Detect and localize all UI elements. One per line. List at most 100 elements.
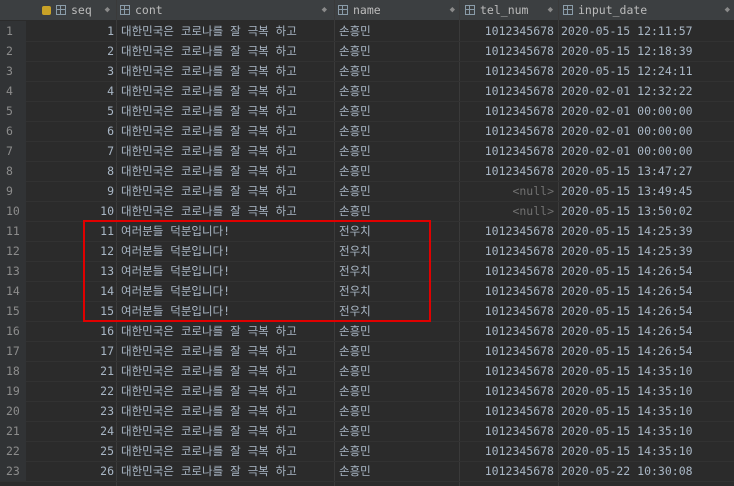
cell-seq[interactable]: 14: [26, 281, 114, 301]
cell-input-date[interactable]: 2020-05-15 14:35:10: [561, 441, 731, 461]
cell-tel-num[interactable]: 1012345678: [460, 141, 554, 161]
cell-seq[interactable]: 23: [26, 401, 114, 421]
cell-seq[interactable]: 24: [26, 421, 114, 441]
cell-name[interactable]: 손흥민: [339, 321, 459, 341]
cell-input-date[interactable]: 2020-05-15 14:26:54: [561, 321, 731, 341]
sort-icon[interactable]: ◆: [725, 0, 730, 20]
cell-cont[interactable]: 대한민국은 코로나를 잘 극복 하고: [121, 21, 331, 41]
cell-input-date[interactable]: 2020-02-01 00:00:00: [561, 141, 731, 161]
cell-tel-num[interactable]: 1012345678: [460, 241, 554, 261]
cell-input-date[interactable]: 2020-05-15 13:47:27: [561, 161, 731, 181]
cell-cont[interactable]: 여러분들 덕분입니다!: [121, 241, 331, 261]
cell-tel-num[interactable]: 1012345678: [460, 261, 554, 281]
cell-tel-num[interactable]: 1012345678: [460, 281, 554, 301]
cell-cont[interactable]: 여러분들 덕분입니다!: [121, 261, 331, 281]
column-header-input-date[interactable]: input_date ◆: [560, 0, 734, 20]
table-row[interactable]: 11 11 여러분들 덕분입니다! 전우치 1012345678 2020-05-15 1…: [0, 221, 734, 242]
cell-name[interactable]: 손흥민: [339, 181, 459, 201]
row-number[interactable]: 15: [0, 301, 26, 321]
row-number[interactable]: 7: [0, 141, 26, 161]
table-row[interactable]: 17 17 대한민국은 코로나를 잘 극복 하고 손흥민 1012345678 2020-…: [0, 341, 734, 362]
cell-tel-num[interactable]: 1012345678: [460, 321, 554, 341]
cell-input-date[interactable]: 2020-05-15 14:25:39: [561, 241, 731, 261]
cell-seq[interactable]: 26: [26, 461, 114, 481]
cell-name[interactable]: 손흥민: [339, 441, 459, 461]
cell-cont[interactable]: 대한민국은 코로나를 잘 극복 하고: [121, 441, 331, 461]
cell-name[interactable]: 손흥민: [339, 21, 459, 41]
cell-name[interactable]: 손흥민: [339, 421, 459, 441]
row-number[interactable]: 6: [0, 121, 26, 141]
cell-seq[interactable]: 6: [26, 121, 114, 141]
cell-name[interactable]: 전우치: [339, 301, 459, 321]
cell-cont[interactable]: 대한민국은 코로나를 잘 극복 하고: [121, 461, 331, 481]
sort-icon[interactable]: ◆: [322, 0, 327, 20]
row-number[interactable]: 8: [0, 161, 26, 181]
cell-input-date[interactable]: 2020-05-15 13:50:02: [561, 201, 731, 221]
cell-seq[interactable]: 10: [26, 201, 114, 221]
cell-cont[interactable]: 대한민국은 코로나를 잘 극복 하고: [121, 101, 331, 121]
table-row[interactable]: 1 1 대한민국은 코로나를 잘 극복 하고 손흥민 1012345678 2020-05…: [0, 21, 734, 42]
cell-cont[interactable]: 대한민국은 코로나를 잘 극복 하고: [121, 401, 331, 421]
table-row[interactable]: 4 4 대한민국은 코로나를 잘 극복 하고 손흥민 1012345678 2020-02…: [0, 81, 734, 102]
cell-input-date[interactable]: 2020-05-15 12:24:11: [561, 61, 731, 81]
cell-seq[interactable]: 22: [26, 381, 114, 401]
cell-tel-num[interactable]: <null>: [460, 201, 554, 221]
cell-input-date[interactable]: 2020-05-15 14:26:54: [561, 301, 731, 321]
cell-seq[interactable]: 9: [26, 181, 114, 201]
cell-cont[interactable]: 대한민국은 코로나를 잘 극복 하고: [121, 161, 331, 181]
cell-tel-num[interactable]: 1012345678: [460, 381, 554, 401]
row-number[interactable]: 20: [0, 401, 26, 421]
cell-name[interactable]: 손흥민: [339, 141, 459, 161]
cell-cont[interactable]: 대한민국은 코로나를 잘 극복 하고: [121, 381, 331, 401]
cell-name[interactable]: 손흥민: [339, 81, 459, 101]
cell-cont[interactable]: 대한민국은 코로나를 잘 극복 하고: [121, 141, 331, 161]
cell-tel-num[interactable]: 1012345678: [460, 101, 554, 121]
cell-input-date[interactable]: 2020-05-15 14:35:10: [561, 361, 731, 381]
row-number[interactable]: 5: [0, 101, 26, 121]
row-number[interactable]: 10: [0, 201, 26, 221]
row-number[interactable]: 11: [0, 221, 26, 241]
cell-tel-num[interactable]: 1012345678: [460, 301, 554, 321]
cell-seq[interactable]: 2: [26, 41, 114, 61]
table-row[interactable]: 9 9 대한민국은 코로나를 잘 극복 하고 손흥민 <null> 2020-05-15 …: [0, 181, 734, 202]
table-row[interactable]: 8 8 대한민국은 코로나를 잘 극복 하고 손흥민 1012345678 2020-05…: [0, 161, 734, 182]
cell-cont[interactable]: 여러분들 덕분입니다!: [121, 301, 331, 321]
cell-cont[interactable]: 대한민국은 코로나를 잘 극복 하고: [121, 121, 331, 141]
cell-input-date[interactable]: 2020-05-15 14:26:54: [561, 281, 731, 301]
cell-seq[interactable]: 13: [26, 261, 114, 281]
cell-input-date[interactable]: 2020-02-01 00:00:00: [561, 121, 731, 141]
column-header-name[interactable]: name ◆: [335, 0, 459, 20]
cell-seq[interactable]: 3: [26, 61, 114, 81]
cell-name[interactable]: 손흥민: [339, 101, 459, 121]
cell-cont[interactable]: 여러분들 덕분입니다!: [121, 281, 331, 301]
cell-tel-num[interactable]: 1012345678: [460, 361, 554, 381]
cell-name[interactable]: 손흥민: [339, 381, 459, 401]
cell-name[interactable]: 손흥민: [339, 341, 459, 361]
cell-cont[interactable]: 대한민국은 코로나를 잘 극복 하고: [121, 321, 331, 341]
column-header-seq[interactable]: seq ◆: [40, 0, 114, 20]
cell-cont[interactable]: 대한민국은 코로나를 잘 극복 하고: [121, 41, 331, 61]
table-row[interactable]: 2 2 대한민국은 코로나를 잘 극복 하고 손흥민 1012345678 2020-05…: [0, 41, 734, 62]
cell-seq[interactable]: 25: [26, 441, 114, 461]
row-number[interactable]: 23: [0, 461, 26, 481]
cell-name[interactable]: 전우치: [339, 241, 459, 261]
cell-tel-num[interactable]: 1012345678: [460, 461, 554, 481]
table-row[interactable]: 7 7 대한민국은 코로나를 잘 극복 하고 손흥민 1012345678 2020-02…: [0, 141, 734, 162]
row-number[interactable]: 13: [0, 261, 26, 281]
cell-name[interactable]: 손흥민: [339, 361, 459, 381]
cell-input-date[interactable]: 2020-02-01 12:32:22: [561, 81, 731, 101]
row-number[interactable]: 1: [0, 21, 26, 41]
cell-seq[interactable]: 11: [26, 221, 114, 241]
cell-input-date[interactable]: 2020-05-15 14:35:10: [561, 381, 731, 401]
cell-tel-num[interactable]: 1012345678: [460, 61, 554, 81]
cell-name[interactable]: 손흥민: [339, 121, 459, 141]
table-row[interactable]: 5 5 대한민국은 코로나를 잘 극복 하고 손흥민 1012345678 2020-02…: [0, 101, 734, 122]
row-number[interactable]: 22: [0, 441, 26, 461]
row-number[interactable]: 2: [0, 41, 26, 61]
cell-seq[interactable]: 4: [26, 81, 114, 101]
table-row[interactable]: 10 10 대한민국은 코로나를 잘 극복 하고 손흥민 <null> 2020-05-1…: [0, 201, 734, 222]
cell-name[interactable]: 전우치: [339, 281, 459, 301]
cell-tel-num[interactable]: 1012345678: [460, 121, 554, 141]
cell-seq[interactable]: 8: [26, 161, 114, 181]
cell-input-date[interactable]: 2020-05-15 14:25:39: [561, 221, 731, 241]
